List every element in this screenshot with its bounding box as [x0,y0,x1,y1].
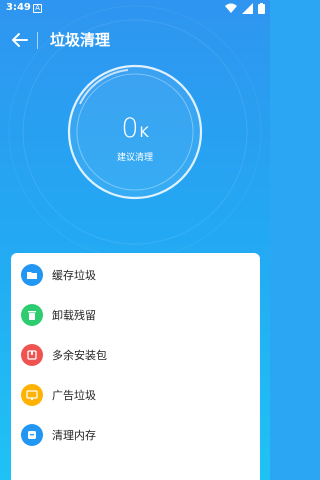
wifi-icon [224,3,237,13]
status-icons [223,3,265,15]
battery-icon [258,3,265,14]
folder-icon [21,264,43,286]
list-item-label: 卸载残留 [52,309,96,322]
gauge-label: 建议清理 [116,153,153,163]
list-item-label: 缓存垃圾 [52,269,96,282]
list-item-ad-junk[interactable]: 广告垃圾 [11,376,260,416]
memory-icon [21,424,43,446]
arrow-left-icon[interactable] [8,28,32,52]
junk-category-list: 缓存垃圾 卸载残留 多余安装包 广告垃圾 清理内存 [11,253,260,480]
list-item-label: 清理内存 [52,429,96,442]
list-item-redundant-packages[interactable]: 多余安装包 [11,336,260,376]
trash-icon [21,304,43,326]
list-item-label: 多余安装包 [52,349,107,362]
status-bar: 3:49 A [0,0,270,18]
page-title: 垃圾清理 [50,31,111,49]
list-item-cache[interactable]: 缓存垃圾 [11,256,260,296]
signal-icon [241,3,253,14]
list-item-uninstall-residue[interactable]: 卸载残留 [11,296,260,336]
junk-size-unit: K [139,125,149,141]
junk-clean-screen: 3:49 A 垃圾清理 0K 建议清理 缓存垃圾 卸载残留 多余安装包 广告垃圾… [0,0,270,480]
status-time: 3:49 [6,2,31,13]
ad-icon [21,384,43,406]
app-header: 垃圾清理 [0,22,270,58]
list-item-memory-clean[interactable]: 清理内存 [11,416,260,456]
junk-size-readout: 0K [85,113,185,144]
list-item-label: 广告垃圾 [52,389,96,402]
junk-size-value: 0 [121,113,139,144]
header-divider [37,32,38,49]
notification-icon: A [33,4,42,13]
package-icon [21,344,43,366]
